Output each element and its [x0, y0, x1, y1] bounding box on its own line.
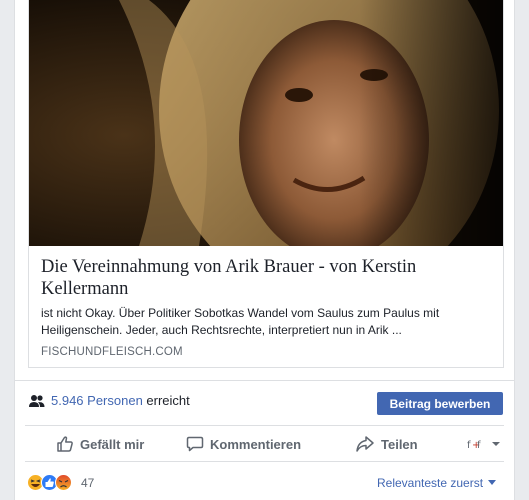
like-button[interactable]: Gefällt mir: [56, 434, 144, 454]
post-card: Die Vereinnahmung von Arik Brauer - von …: [14, 0, 515, 500]
reach-suffix: erreicht: [146, 393, 190, 408]
caret-down-icon: [488, 480, 497, 485]
comment-icon: [186, 436, 204, 452]
reach-row: 5.946 Personen erreicht Beitrag bewerben: [15, 380, 514, 425]
post-as-switcher[interactable]: f + f: [467, 434, 501, 454]
link-preview-image[interactable]: [29, 0, 503, 246]
thumbs-up-icon: [57, 436, 73, 452]
link-preview[interactable]: Die Vereinnahmung von Arik Brauer - von …: [28, 0, 504, 368]
share-label: Teilen: [381, 436, 418, 452]
action-bar: Gefällt mir Kommentieren Teilen f + f: [25, 425, 504, 462]
share-arrow-icon: [356, 436, 374, 452]
share-button[interactable]: Teilen: [355, 434, 418, 454]
svg-text:f: f: [477, 440, 481, 451]
svg-text:f: f: [467, 440, 471, 451]
comment-sort-label: Relevanteste zuerst: [377, 476, 484, 490]
reaction-icons[interactable]: [27, 474, 72, 491]
boost-post-button[interactable]: Beitrag bewerben: [377, 392, 503, 415]
comment-label: Kommentieren: [210, 436, 302, 452]
page-avatar-icon: f + f: [467, 440, 481, 451]
comment-button[interactable]: Kommentieren: [186, 434, 301, 454]
chevron-down-icon: [492, 442, 500, 446]
reaction-count[interactable]: 47: [81, 476, 94, 490]
reactions-bar: 47 Relevanteste zuerst: [15, 462, 514, 500]
link-title[interactable]: Die Vereinnahmung von Arik Brauer - von …: [41, 256, 491, 300]
link-domain: FISCHUNDFLEISCH.COM: [41, 346, 183, 358]
angry-reaction-icon: [55, 474, 72, 491]
reach-text: 5.946 Personen erreicht: [51, 393, 190, 408]
comment-sort-dropdown[interactable]: Relevanteste zuerst: [377, 476, 497, 490]
people-icon: [29, 394, 45, 408]
link-description: ist nicht Okay. Über Politiker Sobotkas …: [41, 306, 440, 337]
reach-count-link[interactable]: 5.946 Personen: [51, 393, 143, 408]
like-label: Gefällt mir: [80, 436, 145, 452]
